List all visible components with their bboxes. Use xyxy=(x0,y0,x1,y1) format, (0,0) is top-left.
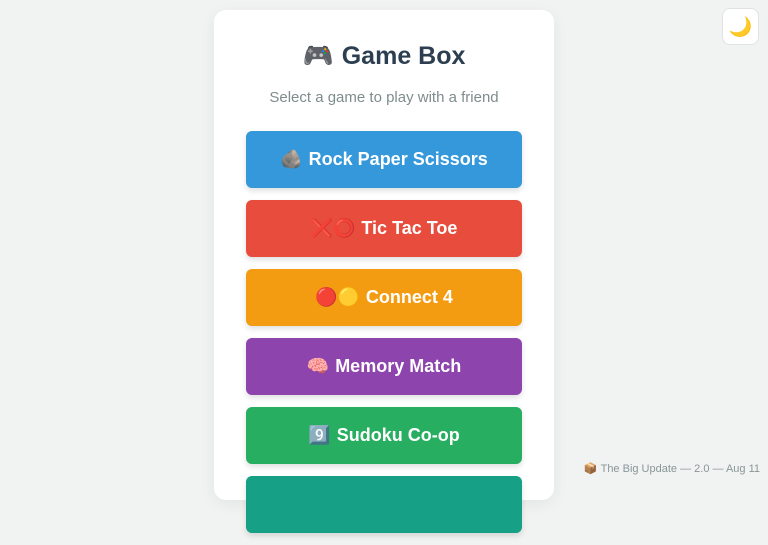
next-game-button[interactable] xyxy=(246,476,522,533)
brain-icon: 🧠 xyxy=(306,356,330,376)
package-icon: 📦 xyxy=(583,463,598,475)
game-box-card: 🎮 Game Box Select a game to play with a f… xyxy=(214,10,554,533)
page-title: 🎮 Game Box xyxy=(214,40,554,72)
version-text: The Big Update — 2.0 — Aug 11 xyxy=(600,463,760,475)
game-button-label: Tic Tac Toe xyxy=(361,218,458,238)
sudoku-coop-button[interactable]: 9️⃣ Sudoku Co-op xyxy=(246,407,522,464)
game-button-label: Connect 4 xyxy=(365,287,453,307)
tic-tac-toe-button[interactable]: ❌⭕ Tic Tac Toe xyxy=(246,200,522,257)
page-subtitle: Select a game to play with a friend xyxy=(269,89,499,106)
game-list: 🪨 Rock Paper Scissors ❌⭕ Tic Tac Toe 🔴🟡 … xyxy=(246,131,522,545)
version-note: 📦 The Big Update — 2.0 — Aug 11 xyxy=(584,462,760,476)
game-button-label: Memory Match xyxy=(335,356,462,376)
connect-4-button[interactable]: 🔴🟡 Connect 4 xyxy=(246,269,522,326)
memory-match-button[interactable]: 🧠 Memory Match xyxy=(246,338,522,395)
theme-toggle-button[interactable]: 🌙 xyxy=(722,8,759,45)
gamepad-icon: 🎮 xyxy=(302,42,334,70)
number-nine-icon: 9️⃣ xyxy=(308,425,331,445)
game-button-label: Sudoku Co-op xyxy=(336,425,460,445)
x-o-icon: ❌⭕ xyxy=(310,218,356,238)
rock-icon: 🪨 xyxy=(280,149,303,169)
moon-icon: 🌙 xyxy=(728,16,753,38)
rock-paper-scissors-button[interactable]: 🪨 Rock Paper Scissors xyxy=(246,131,522,188)
game-button-label: Rock Paper Scissors xyxy=(308,149,488,169)
page-title-text: Game Box xyxy=(341,42,466,70)
red-yellow-discs-icon: 🔴🟡 xyxy=(315,287,360,307)
